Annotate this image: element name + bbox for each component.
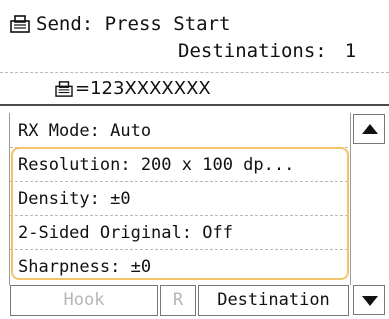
setting-density[interactable]: Density: ±0: [10, 182, 348, 216]
destinations-label: Destinations:: [178, 40, 327, 62]
fax-number: =123XXXXXXX: [55, 78, 211, 100]
send-status: Send: Press Start: [10, 13, 230, 35]
destinations-info: Destinations: 1: [178, 40, 356, 62]
r-button[interactable]: R: [160, 285, 196, 316]
destination-button[interactable]: Destination: [198, 285, 349, 316]
status-area: Send: Press Start Destinations: 1: [0, 0, 389, 73]
setting-sharpness[interactable]: Sharpness: ±0: [10, 250, 348, 284]
fax-number-value: =123XXXXXXX: [75, 78, 211, 99]
send-status-text: Send: Press Start: [36, 13, 231, 35]
fax-number-row: =123XXXXXXX: [0, 74, 389, 106]
scroll-up-icon: [362, 124, 378, 134]
setting-2-sided-original[interactable]: 2-Sided Original: Off: [10, 216, 348, 250]
destinations-count: 1: [344, 40, 357, 62]
fax-icon: [10, 15, 30, 33]
bottom-button-bar: Hook R Destination: [0, 284, 389, 319]
fax-icon: [55, 81, 73, 97]
hook-button[interactable]: Hook: [10, 285, 158, 316]
setting-rx-mode[interactable]: RX Mode: Auto: [10, 114, 348, 148]
settings-list: RX Mode: Auto Resolution: 200 x 100 dp..…: [10, 114, 348, 284]
scroll-up-button[interactable]: [353, 114, 385, 144]
setting-resolution[interactable]: Resolution: 200 x 100 dp...: [10, 148, 348, 182]
fax-send-screen: Send: Press Start Destinations: 1 =123XXX…: [0, 0, 389, 319]
